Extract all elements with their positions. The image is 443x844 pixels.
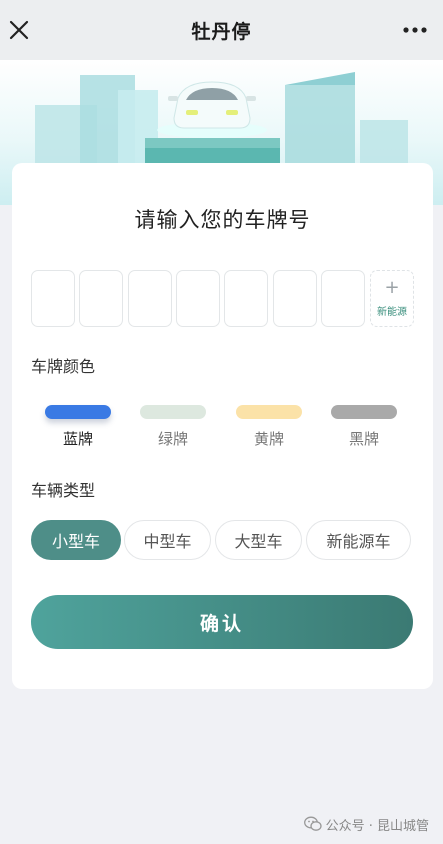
- plate-color-yellow[interactable]: 黄牌: [234, 403, 304, 453]
- plate-color-label-black: 黑牌: [348, 430, 379, 448]
- more-icon[interactable]: [403, 26, 427, 34]
- vehicle-type-medium[interactable]: 中型车: [124, 520, 211, 560]
- nav-bar: 牡丹停: [0, 0, 443, 60]
- plate-color-swatch: [45, 405, 111, 419]
- vehicle-type-small[interactable]: 小型车: [31, 520, 121, 560]
- vehicle-type-large[interactable]: 大型车: [215, 520, 302, 560]
- plate-color-label-blue: 蓝牌: [62, 430, 93, 448]
- plate-color-swatch: [140, 405, 206, 419]
- new-energy-label: 新能源: [377, 307, 407, 318]
- plate-color-label: 车牌颜色: [31, 357, 96, 376]
- close-icon[interactable]: [8, 19, 30, 41]
- plate-char-slot-1[interactable]: [31, 270, 75, 327]
- plate-char-slot-6[interactable]: [273, 270, 317, 327]
- wechat-icon: [303, 816, 322, 831]
- page-title: 牡丹停: [191, 20, 252, 43]
- vehicle-type-label: 车辆类型: [31, 481, 96, 500]
- plate-color-blue[interactable]: 蓝牌: [43, 403, 113, 453]
- plate-char-slot-7[interactable]: [321, 270, 365, 327]
- plate-color-swatch: [236, 405, 302, 419]
- plate-color-swatch: [331, 405, 397, 419]
- plate-char-slot-3[interactable]: [128, 270, 172, 327]
- plus-icon: +: [384, 277, 400, 298]
- plate-color-green[interactable]: 绿牌: [138, 403, 208, 453]
- plate-form-card: 请输入您的车牌号 + 新能源 车牌颜色 蓝牌 绿牌 黄牌 黑牌 车辆类型 小型车…: [12, 163, 433, 689]
- plate-color-label-green: 绿牌: [157, 430, 188, 448]
- footer-text: 公众号 · 昆山城管: [325, 818, 429, 834]
- plate-char-slot-4[interactable]: [176, 270, 220, 327]
- footer-watermark: 公众号 · 昆山城管: [303, 814, 429, 834]
- new-energy-slot[interactable]: + 新能源: [370, 270, 414, 327]
- form-heading: 请输入您的车牌号: [134, 208, 311, 232]
- confirm-button[interactable]: 确认: [31, 595, 413, 649]
- vehicle-type-new-energy[interactable]: 新能源车: [306, 520, 411, 560]
- plate-color-label-yellow: 黄牌: [253, 430, 284, 448]
- plate-char-slot-2[interactable]: [79, 270, 123, 327]
- plate-char-slot-5[interactable]: [224, 270, 268, 327]
- plate-color-black[interactable]: 黑牌: [329, 403, 399, 453]
